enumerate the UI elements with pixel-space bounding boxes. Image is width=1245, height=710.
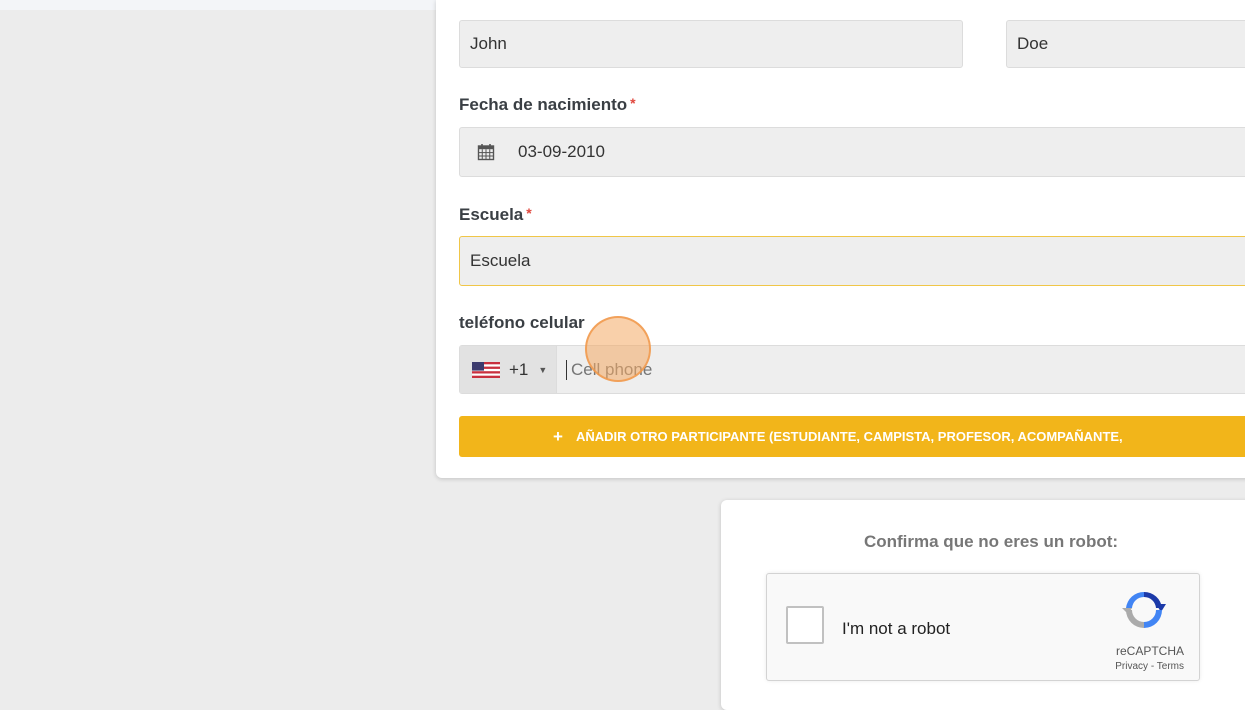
birth-date-input[interactable]: 03-09-2010 xyxy=(459,127,1245,177)
click-indicator xyxy=(585,316,651,382)
captcha-heading: Confirma que no eres un robot: xyxy=(863,532,1119,551)
phone-cursor xyxy=(566,359,567,380)
privacy-link[interactable]: Privacy xyxy=(1115,661,1148,672)
last-name-input[interactable]: Doe xyxy=(1006,20,1245,68)
school-input[interactable]: Escuela xyxy=(459,236,1245,286)
recaptcha-widget: I'm not a robot reCAPTCHA Privacy - Term… xyxy=(766,573,1200,681)
chevron-down-icon: ▼ xyxy=(538,364,548,375)
country-code: +1 xyxy=(509,359,529,379)
add-participant-button[interactable]: + AÑADIR OTRO PARTICIPANTE (ESTUDIANTE, … xyxy=(459,416,1245,457)
school-value: Escuela xyxy=(470,251,531,270)
country-code-selector[interactable]: +1 ▼ xyxy=(460,346,557,393)
recaptcha-checkbox[interactable] xyxy=(786,606,824,644)
terms-link[interactable]: Terms xyxy=(1157,661,1184,672)
birth-date-value: 03-09-2010 xyxy=(518,142,605,161)
required-mark: * xyxy=(526,205,532,221)
recaptcha-brand: reCAPTCHA xyxy=(1115,644,1184,658)
phone-input[interactable]: +1 ▼ xyxy=(459,345,1245,394)
plus-icon: + xyxy=(553,426,563,446)
recaptcha-label: I'm not a robot xyxy=(842,619,951,638)
add-participant-label: AÑADIR OTRO PARTICIPANTE (ESTUDIANTE, CA… xyxy=(575,429,1123,444)
required-mark: * xyxy=(630,95,636,111)
us-flag-icon xyxy=(472,361,500,378)
school-label: Escuela * xyxy=(459,205,532,224)
last-name-value: Doe xyxy=(1017,34,1049,53)
phone-placeholder[interactable] xyxy=(569,358,1173,381)
recaptcha-logo-icon xyxy=(1121,588,1167,637)
calendar-icon xyxy=(477,143,495,161)
recaptcha-links: Privacy - Terms xyxy=(1115,661,1184,672)
phone-label: teléfono celular xyxy=(459,313,585,332)
first-name-input[interactable]: John xyxy=(459,20,963,68)
link-separator: - xyxy=(1148,661,1157,672)
first-name-value: John xyxy=(470,34,507,53)
birth-date-label: Fecha de nacimiento * xyxy=(459,95,636,114)
